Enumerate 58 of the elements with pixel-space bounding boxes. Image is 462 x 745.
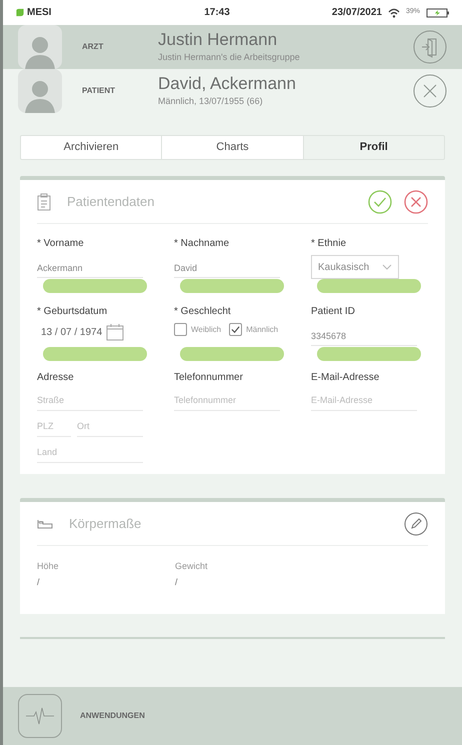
doctor-avatar: [18, 25, 62, 69]
input-field[interactable]: Straße: [37, 391, 143, 411]
leaf-icon: [15, 8, 25, 17]
field-label: Adresse: [37, 371, 75, 385]
input-field[interactable]: 3345678: [311, 328, 417, 346]
person-subtitle: Männlich, 13/07/1955 (66): [158, 95, 264, 108]
measure-label: Gewicht: [175, 560, 209, 573]
patient-avatar: [18, 69, 62, 113]
battery-icon: [426, 8, 450, 18]
field-label: * Geschlecht: [174, 305, 232, 319]
confirm-icon[interactable]: [368, 190, 392, 214]
input-field[interactable]: PLZ: [37, 417, 71, 437]
brand-label: MESI: [27, 6, 52, 20]
footer-label: ANWENDUNGEN: [80, 710, 145, 722]
section-title: Körpermaße: [69, 514, 142, 533]
bed-icon: [37, 518, 53, 528]
wifi-icon: [388, 8, 400, 18]
input-field[interactable]: David: [174, 260, 280, 278]
clipboard-icon: [37, 192, 51, 210]
input-field[interactable]: Telefonnummer: [174, 391, 280, 411]
checkbox-label: Männlich: [246, 324, 278, 336]
cancel-icon[interactable]: [404, 190, 428, 214]
input-field[interactable]: Land: [37, 443, 143, 463]
input-field[interactable]: E-Mail-Adresse: [311, 391, 417, 411]
input-field[interactable]: Ort: [77, 417, 143, 437]
tab[interactable]: Profil: [302, 136, 444, 159]
role-label: PATIENT: [82, 85, 116, 97]
person-name: Justin Hermann: [158, 29, 278, 52]
clock-time: 17:43: [203, 6, 231, 20]
status-date: 23/07/2021: [332, 6, 382, 20]
input-field[interactable]: Ackermann: [37, 260, 143, 278]
close-icon[interactable]: [413, 74, 447, 108]
field-label: * Vorname: [37, 237, 85, 251]
tab[interactable]: Archivieren: [21, 136, 162, 159]
measure-value: /: [175, 576, 179, 588]
measure-label: Höhe: [37, 560, 60, 573]
checkbox[interactable]: [174, 323, 187, 336]
field-label: E-Mail-Adresse: [311, 371, 380, 385]
calendar-icon[interactable]: [106, 323, 124, 341]
checkbox-label: Weiblich: [191, 324, 222, 336]
dropdown[interactable]: Kaukasisch: [311, 255, 399, 279]
field-label: Telefonnummer: [174, 371, 244, 385]
field-label: * Geburtsdatum: [37, 305, 108, 319]
measure-value: /: [37, 576, 41, 588]
logout-icon[interactable]: [413, 30, 447, 64]
person-name: David, Ackermann: [158, 73, 297, 96]
field-label: Patient ID: [311, 305, 356, 319]
field-label: * Nachname: [174, 237, 230, 251]
edit-icon[interactable]: [404, 512, 428, 536]
field-label: * Ethnie: [311, 237, 348, 251]
role-label: ARZT: [82, 41, 104, 53]
heartbeat-icon[interactable]: [18, 694, 62, 738]
chevron-down-icon: [382, 264, 392, 270]
date-value: 13 / 07 / 1974: [41, 326, 102, 340]
person-subtitle: Justin Hermann's die Arbeitsgruppe: [158, 51, 301, 64]
tab[interactable]: Charts: [161, 136, 303, 159]
checkbox[interactable]: [229, 323, 242, 336]
section-title: Patientendaten: [67, 192, 156, 211]
